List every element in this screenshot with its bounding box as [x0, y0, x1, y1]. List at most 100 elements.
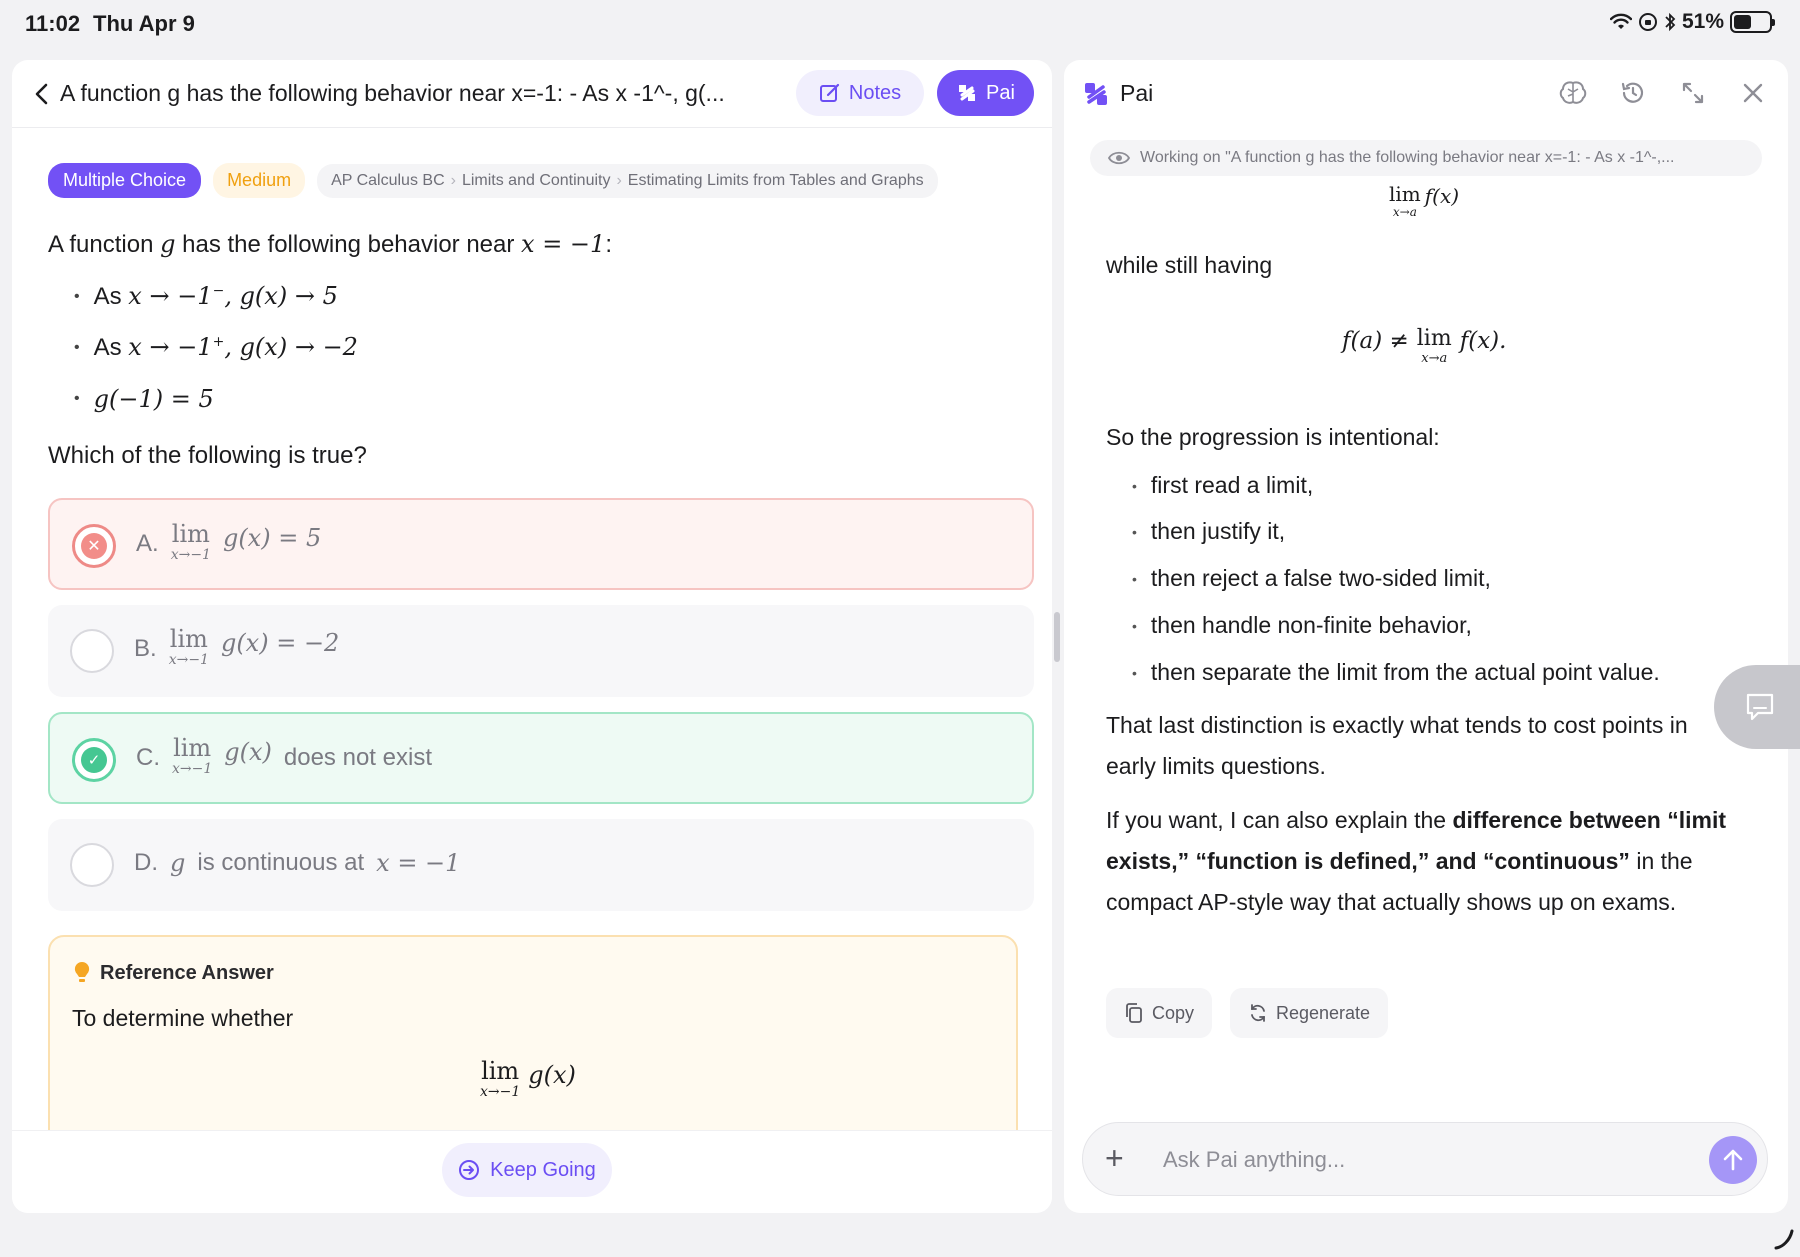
option-variable: g [170, 849, 186, 877]
limit-notation: lim x→−1 [172, 736, 212, 776]
chevron-right-icon: › [616, 171, 622, 189]
question-panel: A function g has the following behavior … [12, 60, 1052, 1213]
reference-expression: g(x) [528, 1061, 576, 1089]
keep-going-button[interactable]: Keep Going [442, 1143, 612, 1197]
top-formula: lim x→a f(x) [1389, 184, 1459, 218]
progression-item: • then separate the limit from the actual… [1132, 659, 1660, 686]
pai-button[interactable]: Pai [937, 70, 1034, 116]
send-button[interactable] [1709, 1136, 1757, 1184]
limit-notation: lim x→−1 [171, 522, 211, 562]
progression-item: • then handle non-finite behavior, [1132, 612, 1472, 639]
lim-text: lim [481, 1057, 520, 1085]
close-icon [1743, 83, 1763, 103]
check-icon: ✓ [81, 747, 107, 773]
bullet-sup: − [212, 283, 225, 299]
bullet-math-post: , g(x) → 5 [224, 282, 338, 310]
expand-icon [1682, 82, 1704, 104]
lim-text: lim [173, 734, 212, 762]
bullet-dot: • [1132, 570, 1137, 587]
bullet-math-post: , g(x) → −2 [224, 333, 358, 361]
back-button[interactable] [26, 76, 58, 112]
brain-button[interactable] [1558, 78, 1588, 108]
intro-text: A function [48, 231, 154, 258]
intro-text-mid: has the following behavior near [182, 231, 515, 258]
pai-label: Pai [986, 81, 1015, 104]
radio-unselected[interactable] [70, 629, 114, 673]
history-icon [1621, 82, 1644, 103]
eye-icon [1108, 151, 1130, 165]
progression-text: then justify it, [1150, 518, 1286, 544]
floating-chat-button[interactable] [1714, 665, 1800, 749]
pai-header-actions [1558, 78, 1768, 108]
bullet-label: As [93, 283, 122, 310]
pai-logo-icon [959, 85, 976, 101]
option-content: A. lim x→−1 g(x) = 5 [136, 522, 321, 562]
bullet-sup: + [212, 334, 225, 350]
pai-header: Pai [1064, 60, 1788, 128]
option-expression: g(x) = −2 [220, 629, 340, 657]
panel-resize-handle[interactable] [1054, 612, 1060, 662]
intro-variable: g [160, 230, 176, 258]
ask-input[interactable] [1163, 1142, 1663, 1178]
radio-correct[interactable]: ✓ [72, 738, 116, 782]
close-button[interactable] [1738, 78, 1768, 108]
battery-icon [1730, 11, 1775, 33]
radio-unselected[interactable] [70, 843, 114, 887]
radio-wrong[interactable]: ✕ [72, 524, 116, 568]
reference-formula: lim x→−1 g(x) [480, 1059, 576, 1099]
lim-subscript: x→−1 [168, 652, 209, 668]
limit-notation: lim x→a [1389, 184, 1421, 218]
history-button[interactable] [1618, 78, 1648, 108]
limit-notation: lim x→a [1417, 328, 1452, 366]
condition-bullet: • g(−1) = 5 [74, 385, 214, 413]
wifi-icon [1609, 13, 1632, 29]
breadcrumb-item[interactable]: Estimating Limits from Tables and Graphs [628, 172, 924, 190]
bullet-label: As [93, 334, 122, 361]
formula-pre: f(a) ≠ [1342, 328, 1409, 354]
limit-notation: lim x→−1 [480, 1059, 520, 1099]
x-icon: ✕ [81, 533, 107, 559]
breadcrumb-item[interactable]: AP Calculus BC [331, 172, 445, 190]
progression-item: • first read a limit, [1132, 472, 1313, 499]
option-letter: B. [134, 635, 157, 662]
option-expression: g(x) [224, 738, 272, 766]
chevron-right-icon: › [450, 171, 456, 189]
answer-option-d[interactable]: D. g is continuous at x = −1 [48, 819, 1034, 911]
working-on-banner: Working on "A function g has the followi… [1090, 140, 1762, 176]
arrow-up-icon [1723, 1149, 1743, 1171]
expand-button[interactable] [1678, 78, 1708, 108]
intro-text-post: : [605, 231, 612, 258]
offer-text-pre: If you want, I can also explain the [1106, 807, 1447, 833]
progression-intro: So the progression is intentional: [1106, 424, 1440, 450]
plus-icon[interactable]: + [1105, 1140, 1124, 1177]
progression-item: • then reject a false two-sided limit, [1132, 565, 1491, 592]
bullet-dot: • [1132, 523, 1137, 540]
regenerate-label: Regenerate [1276, 1002, 1371, 1023]
notes-label: Notes [848, 81, 902, 104]
option-expression: g(x) = 5 [222, 524, 322, 552]
condition-bullet: • As x → −1+, g(x) → −2 [74, 333, 358, 362]
breadcrumb-item[interactable]: Limits and Continuity [462, 172, 611, 190]
question-header: A function g has the following behavior … [12, 60, 1052, 128]
intro-math: x = −1 [521, 230, 606, 258]
regenerate-button[interactable]: Regenerate [1230, 988, 1389, 1038]
bottom-action-bar: Keep Going [12, 1130, 1052, 1213]
status-date: Thu Apr 9 [93, 11, 195, 36]
bluetooth-icon [1665, 12, 1676, 32]
condition-bullet: • As x → −1−, g(x) → 5 [74, 282, 338, 311]
copy-button[interactable]: Copy [1106, 988, 1213, 1038]
lim-subscript: x→−1 [170, 547, 211, 563]
copy-label: Copy [1152, 1002, 1195, 1023]
progression-text: then reject a false two-sided limit, [1150, 565, 1491, 591]
distinction-paragraph: That last distinction is exactly what te… [1106, 712, 1688, 779]
keep-going-label: Keep Going [490, 1158, 596, 1181]
status-time: 11:02 [25, 11, 81, 36]
refresh-icon [1251, 1004, 1265, 1022]
lightbulb-icon [74, 961, 90, 982]
answer-option-a[interactable]: ✕ A. lim x→−1 g(x) = 5 [48, 498, 1034, 590]
pencil-indicator-icon [1774, 1229, 1794, 1250]
notes-button[interactable]: Notes [796, 70, 924, 116]
answer-option-c[interactable]: ✓ C. lim x→−1 g(x) does not exist [48, 712, 1034, 804]
answer-option-b[interactable]: B. lim x→−1 g(x) = −2 [48, 605, 1034, 697]
pai-logo-icon [1085, 83, 1107, 105]
